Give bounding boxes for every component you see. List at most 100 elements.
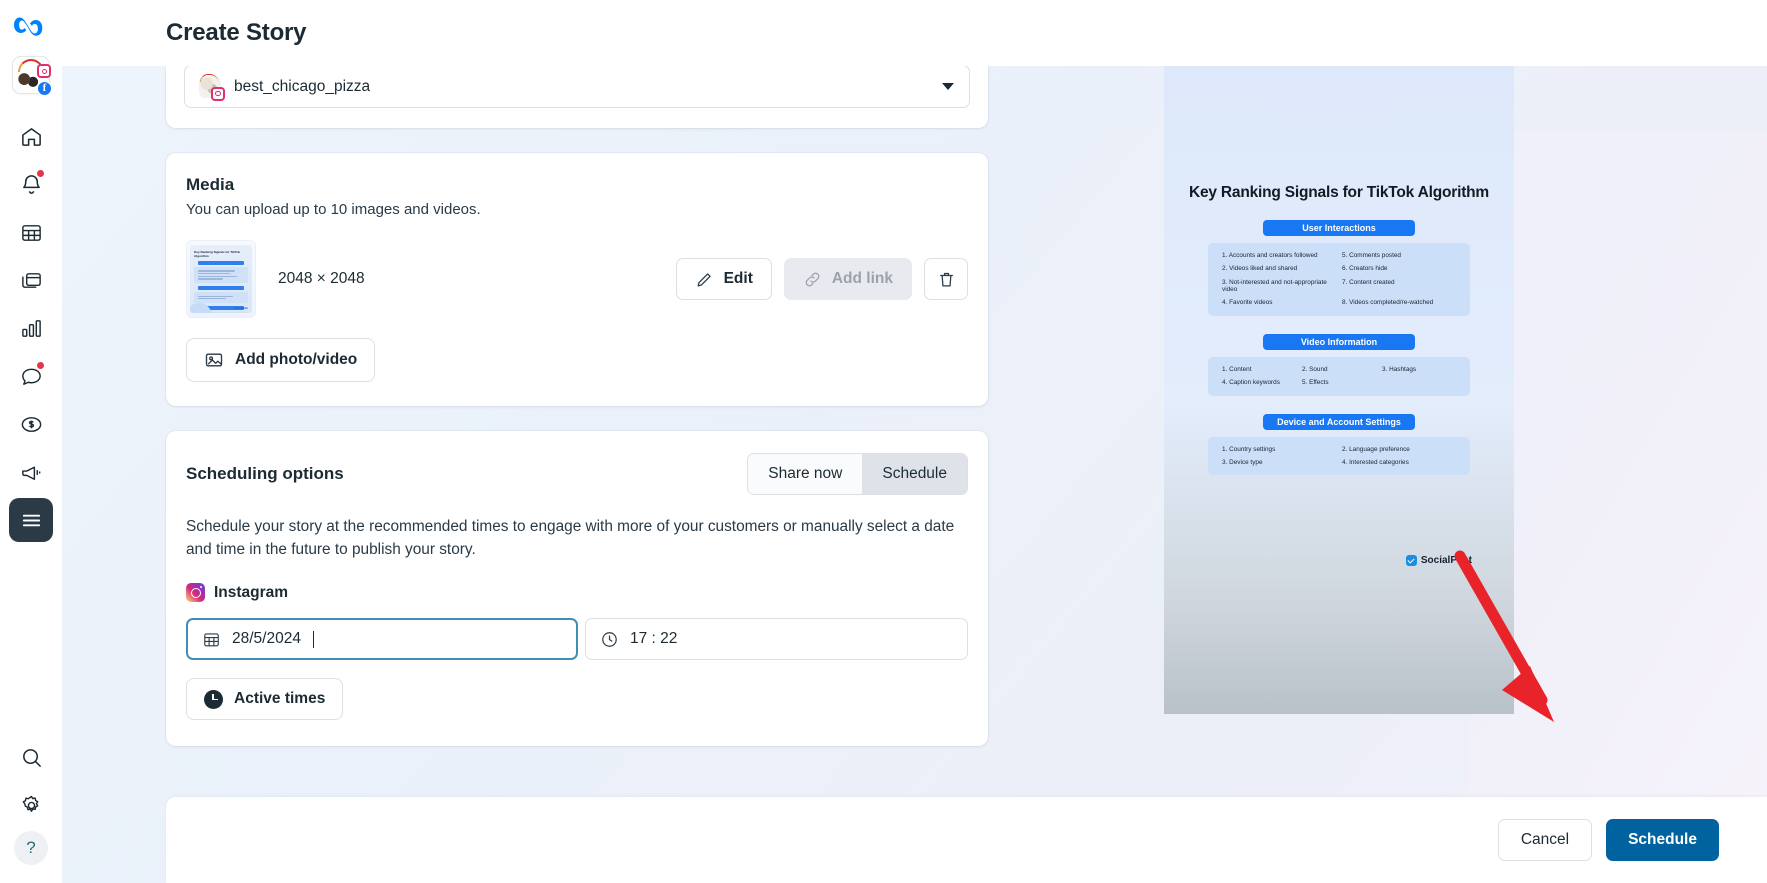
instagram-icon <box>186 583 205 602</box>
schedule-time-value: 17 : 22 <box>630 630 677 648</box>
sidebar-item-notifications[interactable] <box>9 162 53 206</box>
add-link-button[interactable]: Add link <box>784 258 912 300</box>
infographic-item: 6. Creators hide <box>1342 265 1456 272</box>
infographic-item: 8. Videos completed/re-watched <box>1342 299 1456 306</box>
sidebar-item-home[interactable] <box>9 114 53 158</box>
right-background-fade <box>1467 132 1767 883</box>
body-background: best_chicago_pizza Media You can upload … <box>62 66 1767 883</box>
chevron-down-icon[interactable] <box>942 83 954 90</box>
infographic-section-box-0: 1. Accounts and creators followed 5. Com… <box>1208 243 1470 316</box>
media-subtitle: You can upload up to 10 images and video… <box>186 201 968 218</box>
scheduling-title: Scheduling options <box>186 464 344 484</box>
network-label: Instagram <box>214 584 288 602</box>
infographic-item: 3. Device type <box>1222 459 1336 466</box>
instagram-account-avatar <box>199 76 221 98</box>
dollar-coin-icon <box>20 413 43 436</box>
add-link-label: Add link <box>832 270 893 288</box>
infographic-item: 5. Comments posted <box>1342 252 1456 259</box>
account-select[interactable]: best_chicago_pizza <box>184 65 970 108</box>
infographic-item <box>1382 379 1456 386</box>
help-button[interactable]: ? <box>14 831 48 865</box>
infographic-item: 5. Effects <box>1302 379 1376 386</box>
media-dimensions: 2048 × 2048 <box>278 270 365 288</box>
sidebar-item-billing[interactable] <box>9 402 53 446</box>
clock-icon <box>600 630 619 649</box>
infographic-item: 3. Hashtags <box>1382 366 1456 373</box>
megaphone-icon <box>20 461 43 484</box>
notification-badge <box>37 170 44 177</box>
bar-chart-icon <box>20 317 43 340</box>
sidebar-item-settings[interactable] <box>9 783 53 827</box>
infographic-item: 2. Videos liked and shared <box>1222 265 1336 272</box>
active-times-button[interactable]: Active times <box>186 678 343 720</box>
clock-filled-icon <box>204 690 223 709</box>
infographic-item: 4. Interested categories <box>1342 459 1456 466</box>
cancel-button[interactable]: Cancel <box>1498 819 1592 861</box>
tab-share-now[interactable]: Share now <box>748 454 862 494</box>
sidebar-item-calendar[interactable] <box>9 210 53 254</box>
home-icon <box>20 125 43 148</box>
infographic-section-box-2: 1. Country settings 2. Language preferen… <box>1208 437 1470 476</box>
media-item-row: Key Ranking Signals for TikTok Algorithm… <box>186 240 968 318</box>
infographic-item: 1. Content <box>1222 366 1296 373</box>
sidebar-item-menu[interactable] <box>9 498 53 542</box>
form-column: best_chicago_pizza Media You can upload … <box>166 66 988 746</box>
text-cursor <box>313 631 314 648</box>
main-area: Create Story best_chicago_pizza <box>62 0 1767 883</box>
sidebar-item-analytics[interactable] <box>9 306 53 350</box>
infographic-item: 4. Caption keywords <box>1222 379 1296 386</box>
sidebar-item-posts[interactable] <box>9 258 53 302</box>
avatar[interactable]: f <box>12 56 50 94</box>
image-icon <box>204 350 224 370</box>
sidebar-item-campaigns[interactable] <box>9 450 53 494</box>
socialpilot-watermark-text: SocialPilot <box>1421 555 1472 566</box>
calendar-icon <box>202 630 221 649</box>
scheduling-header: Scheduling options Share now Schedule <box>186 453 968 495</box>
story-preview-frame: Key Ranking Signals for TikTok Algorithm… <box>1164 66 1514 714</box>
link-icon <box>803 270 822 289</box>
edit-label: Edit <box>724 270 753 288</box>
delete-media-button[interactable] <box>924 258 968 300</box>
sidebar-item-search[interactable] <box>9 735 53 779</box>
app-root: f <box>0 0 1767 883</box>
account-card: best_chicago_pizza <box>166 66 988 128</box>
instagram-badge <box>37 64 51 78</box>
meta-infinity-logo[interactable] <box>11 13 51 42</box>
infographic-item: 2. Sound <box>1302 366 1376 373</box>
infographic-item: 2. Language preference <box>1342 446 1456 453</box>
infographic-item: 4. Favorite videos <box>1222 299 1336 306</box>
page-title: Create Story <box>166 19 306 47</box>
scheduling-card: Scheduling options Share now Schedule Sc… <box>166 431 988 746</box>
add-photo-video-button[interactable]: Add photo/video <box>186 338 375 382</box>
schedule-time-input[interactable]: 17 : 22 <box>585 618 968 660</box>
media-actions: Edit Add link <box>676 258 968 300</box>
infographic-title: Key Ranking Signals for TikTok Algorithm <box>1164 184 1514 202</box>
schedule-button[interactable]: Schedule <box>1606 819 1719 861</box>
infographic-section-heading-0: User Interactions <box>1263 220 1415 236</box>
media-card: Media You can upload up to 10 images and… <box>166 153 988 406</box>
pencil-icon <box>695 270 714 289</box>
infographic-item: 1. Accounts and creators followed <box>1222 252 1336 259</box>
gear-icon <box>20 794 43 817</box>
add-photo-label: Add photo/video <box>235 351 357 369</box>
facebook-badge: f <box>37 81 52 96</box>
socialpilot-mark-icon <box>1406 555 1417 566</box>
account-name: best_chicago_pizza <box>234 78 370 96</box>
sidebar-item-inbox[interactable] <box>9 354 53 398</box>
infographic-section-heading-2: Device and Account Settings <box>1263 414 1415 430</box>
cards-icon <box>20 269 43 292</box>
network-row: Instagram <box>186 583 968 602</box>
inbox-badge <box>37 362 44 369</box>
edit-button[interactable]: Edit <box>676 258 772 300</box>
media-thumbnail[interactable]: Key Ranking Signals for TikTok Algorithm… <box>186 240 256 318</box>
infographic-item: 1. Country settings <box>1222 446 1336 453</box>
schedule-date-input[interactable]: 28/5/2024 <box>186 618 578 660</box>
active-times-label: Active times <box>234 690 325 708</box>
trash-icon <box>937 270 956 289</box>
tab-schedule[interactable]: Schedule <box>862 454 967 494</box>
footer-action-bar: Cancel Schedule <box>166 797 1767 883</box>
infographic-item: 3. Not-interested and not-appropriate vi… <box>1222 279 1336 294</box>
infographic-section-box-1: 1. Content 2. Sound 3. Hashtags 4. Capti… <box>1208 357 1470 396</box>
page-header: Create Story <box>62 0 1767 66</box>
datetime-row: 28/5/2024 17 : 22 <box>186 618 968 660</box>
